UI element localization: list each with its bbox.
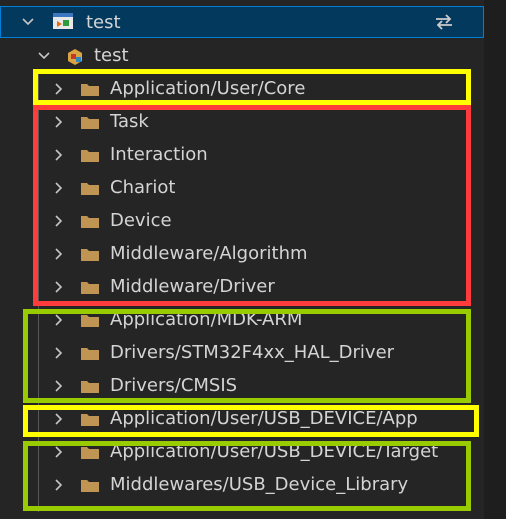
chevron-right-icon[interactable] bbox=[50, 213, 66, 229]
tree-item-label: Application/User/USB_DEVICE/App bbox=[110, 408, 418, 429]
chevron-right-icon[interactable] bbox=[50, 81, 66, 97]
tree-item[interactable]: Task bbox=[0, 105, 484, 138]
tree-item[interactable]: Drivers/CMSIS bbox=[0, 369, 484, 402]
tree-item-label: Application/User/USB_DEVICE/Target bbox=[110, 441, 439, 462]
tree-item[interactable]: Middlewares/USB_Device_Library bbox=[0, 468, 484, 501]
chevron-right-icon[interactable] bbox=[50, 378, 66, 394]
chevron-right-icon[interactable] bbox=[50, 180, 66, 196]
tree-item-label: Middleware/Algorithm bbox=[110, 243, 308, 264]
folder-icon bbox=[80, 81, 100, 97]
chevron-right-icon[interactable] bbox=[50, 279, 66, 295]
scrollbar[interactable] bbox=[484, 0, 506, 519]
folder-icon bbox=[80, 444, 100, 460]
folder-icon bbox=[80, 213, 100, 229]
tree-item-label: Drivers/CMSIS bbox=[110, 375, 238, 396]
tree-item[interactable]: Application/User/USB_DEVICE/App bbox=[0, 402, 484, 435]
tree-item[interactable]: Chariot bbox=[0, 171, 484, 204]
folder-icon bbox=[80, 411, 100, 427]
tree-item[interactable]: Application/User/Core bbox=[0, 72, 484, 105]
chevron-right-icon[interactable] bbox=[50, 411, 66, 427]
tree-item[interactable]: Middleware/Algorithm bbox=[0, 237, 484, 270]
project-icon bbox=[52, 12, 74, 32]
chevron-right-icon[interactable] bbox=[50, 477, 66, 493]
folder-icon bbox=[80, 246, 100, 262]
folder-icon bbox=[80, 147, 100, 163]
tree-item[interactable]: Middleware/Driver bbox=[0, 270, 484, 303]
folder-icon bbox=[80, 477, 100, 493]
project-label: test bbox=[94, 45, 129, 66]
project-row[interactable]: test bbox=[0, 39, 484, 72]
folder-icon bbox=[80, 279, 100, 295]
chevron-right-icon[interactable] bbox=[50, 444, 66, 460]
tree-item-label: Drivers/STM32F4xx_HAL_Driver bbox=[110, 342, 395, 363]
tree-item-label: Application/MDK-ARM bbox=[110, 309, 303, 330]
workspace-root-label: test bbox=[86, 11, 121, 33]
chevron-down-icon[interactable] bbox=[20, 14, 36, 30]
chevron-down-icon[interactable] bbox=[36, 48, 52, 64]
chevron-right-icon[interactable] bbox=[50, 114, 66, 130]
chevron-right-icon[interactable] bbox=[50, 312, 66, 328]
tree-item-label: Device bbox=[110, 210, 172, 231]
folder-icon bbox=[80, 378, 100, 394]
folder-icon bbox=[80, 180, 100, 196]
chevron-right-icon[interactable] bbox=[50, 345, 66, 361]
folder-icon bbox=[80, 345, 100, 361]
folder-icon bbox=[80, 114, 100, 130]
tree-item[interactable]: Drivers/STM32F4xx_HAL_Driver bbox=[0, 336, 484, 369]
chevron-right-icon[interactable] bbox=[50, 147, 66, 163]
tree-item[interactable]: Application/User/USB_DEVICE/Target bbox=[0, 435, 484, 468]
target-icon bbox=[64, 45, 86, 67]
tree-item[interactable]: Device bbox=[0, 204, 484, 237]
sync-icon[interactable] bbox=[432, 12, 456, 32]
tree-item-label: Middlewares/USB_Device_Library bbox=[110, 474, 409, 495]
workspace-root-row[interactable]: test bbox=[0, 6, 484, 38]
chevron-right-icon[interactable] bbox=[50, 246, 66, 262]
tree-item-label: Middleware/Driver bbox=[110, 276, 275, 297]
tree-item[interactable]: Interaction bbox=[0, 138, 484, 171]
folder-icon bbox=[80, 312, 100, 328]
tree-item-label: Task bbox=[110, 111, 149, 132]
tree-item-label: Application/User/Core bbox=[110, 78, 306, 99]
tree-item-label: Chariot bbox=[110, 177, 176, 198]
tree-item-label: Interaction bbox=[110, 144, 208, 165]
tree-item[interactable]: Application/MDK-ARM bbox=[0, 303, 484, 336]
